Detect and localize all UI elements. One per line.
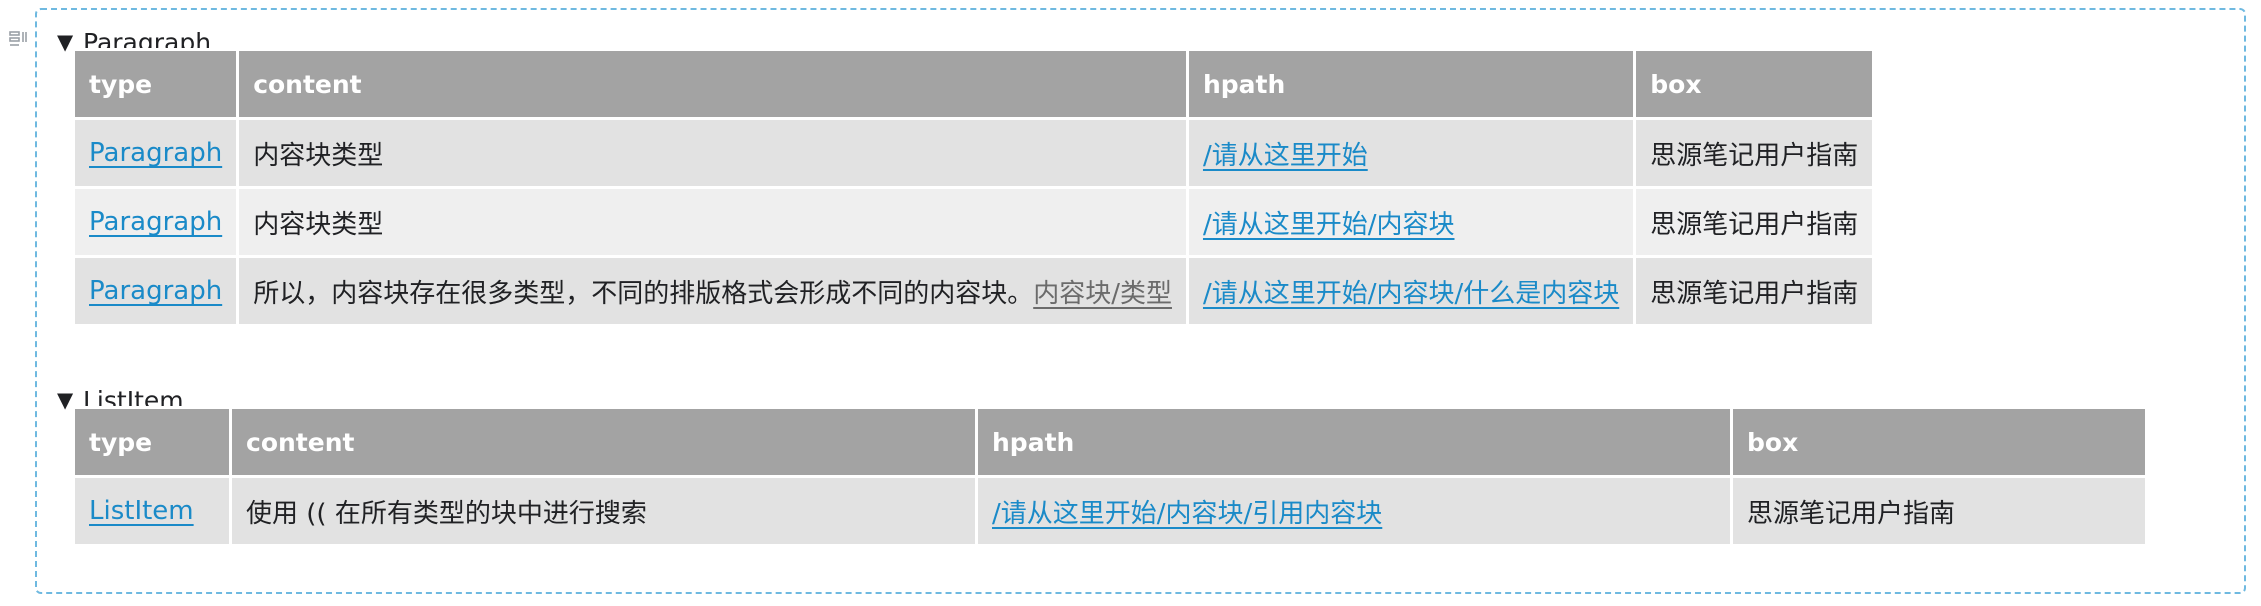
- result-table-listitem: type content hpath box ListItem 使用 (( 在所…: [72, 406, 2148, 547]
- column-header-hpath: hpath: [1185, 48, 1637, 120]
- column-header-box: box: [1633, 48, 1876, 120]
- hpath-link[interactable]: /请从这里开始/内容块/什么是内容块: [1203, 279, 1619, 309]
- hpath-cell: /请从这里开始: [1185, 117, 1637, 189]
- content-cell: 内容块类型: [236, 117, 1189, 189]
- block-type-link[interactable]: Paragraph: [89, 207, 222, 237]
- hpath-link[interactable]: /请从这里开始/内容块: [1203, 210, 1455, 240]
- type-cell: Paragraph: [71, 255, 240, 327]
- type-cell: Paragraph: [71, 186, 240, 258]
- type-cell: ListItem: [72, 475, 232, 547]
- box-cell: 思源笔记用户指南: [1633, 186, 1876, 258]
- column-header-content: content: [236, 48, 1189, 120]
- block-type-link[interactable]: Paragraph: [89, 138, 222, 168]
- column-header-type: type: [72, 406, 232, 478]
- block-type-link[interactable]: ListItem: [89, 496, 194, 526]
- table-row: Paragraph 内容块类型 /请从这里开始/内容块 思源笔记用户指南: [71, 186, 1876, 258]
- content-cell: 使用 (( 在所有类型的块中进行搜索: [229, 475, 978, 547]
- box-cell: 思源笔记用户指南: [1730, 475, 2148, 547]
- result-table-paragraph: type content hpath box Paragraph 内容块类型 /…: [71, 48, 1876, 327]
- box-cell: 思源笔记用户指南: [1633, 255, 1876, 327]
- column-header-type: type: [71, 48, 240, 120]
- column-header-content: content: [229, 406, 978, 478]
- hpath-cell: /请从这里开始/内容块/引用内容块: [975, 475, 1733, 547]
- content-text: 所以，内容块存在很多类型，不同的排版格式会形成不同的内容块。: [253, 278, 1034, 309]
- type-cell: Paragraph: [71, 117, 240, 189]
- hpath-link[interactable]: /请从这里开始: [1203, 141, 1368, 171]
- block-type-link[interactable]: Paragraph: [89, 276, 222, 306]
- hpath-link[interactable]: /请从这里开始/内容块/引用内容块: [992, 499, 1382, 529]
- table-row: ListItem 使用 (( 在所有类型的块中进行搜索 /请从这里开始/内容块/…: [72, 475, 2148, 547]
- hpath-cell: /请从这里开始/内容块/什么是内容块: [1185, 255, 1637, 327]
- hpath-cell: /请从这里开始/内容块: [1185, 186, 1637, 258]
- column-header-box: box: [1730, 406, 2148, 478]
- content-cell: 内容块类型: [236, 186, 1189, 258]
- block-drag-icon[interactable]: [9, 30, 29, 48]
- box-cell: 思源笔记用户指南: [1633, 117, 1876, 189]
- block-ref-link[interactable]: 内容块/类型: [1033, 279, 1172, 309]
- content-cell: 所以，内容块存在很多类型，不同的排版格式会形成不同的内容块。内容块/类型: [236, 255, 1189, 327]
- table-row: Paragraph 内容块类型 /请从这里开始 思源笔记用户指南: [71, 117, 1876, 189]
- embed-query-block: ▼ Paragraph type content hpath box Parag…: [35, 8, 2246, 594]
- column-header-hpath: hpath: [975, 406, 1733, 478]
- table-row: Paragraph 所以，内容块存在很多类型，不同的排版格式会形成不同的内容块。…: [71, 255, 1876, 327]
